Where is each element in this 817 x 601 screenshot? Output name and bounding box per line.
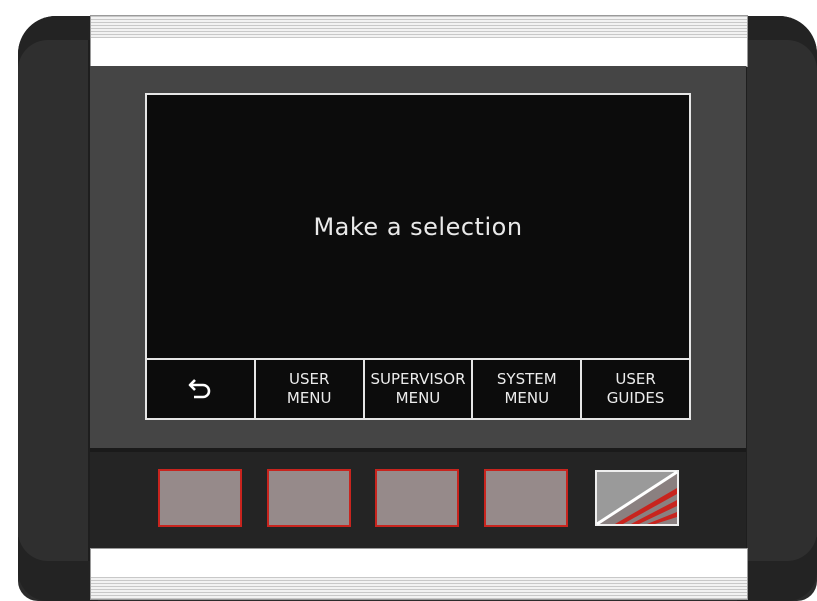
top-rail [90,15,748,67]
softkey-label: USER [288,370,330,388]
hardware-button-3[interactable] [375,469,459,527]
screen-prompt: Make a selection [313,213,523,241]
hardware-button-1[interactable] [158,469,242,527]
user-guides-softkey[interactable]: USER GUIDES [580,360,689,418]
system-menu-softkey[interactable]: SYSTEM MENU [471,360,580,418]
brand-logo-icon [595,470,679,526]
user-menu-softkey[interactable]: USER MENU [253,360,363,418]
device-side-left [18,40,90,561]
display-screen: Make a selection USER MENU SUPERVISOR ME… [145,93,691,420]
softkey-label: MENU [395,389,441,407]
softkey-label: GUIDES [606,389,665,407]
supervisor-menu-softkey[interactable]: SUPERVISOR MENU [362,360,472,418]
back-arrow-icon [147,376,254,402]
softkey-bar: USER MENU SUPERVISOR MENU SYSTEM MENU US… [147,358,689,418]
softkey-label: MENU [504,389,550,407]
bottom-rail [90,548,748,600]
softkey-label: MENU [286,389,332,407]
softkey-label: SYSTEM [496,370,557,388]
hardware-button-2[interactable] [267,469,351,527]
panel-divider [90,448,746,452]
softkey-label: SUPERVISOR [370,370,466,388]
softkey-label: USER [615,370,656,388]
device-side-right [745,40,817,561]
hardware-button-4[interactable] [484,469,568,527]
back-softkey[interactable] [147,360,254,418]
